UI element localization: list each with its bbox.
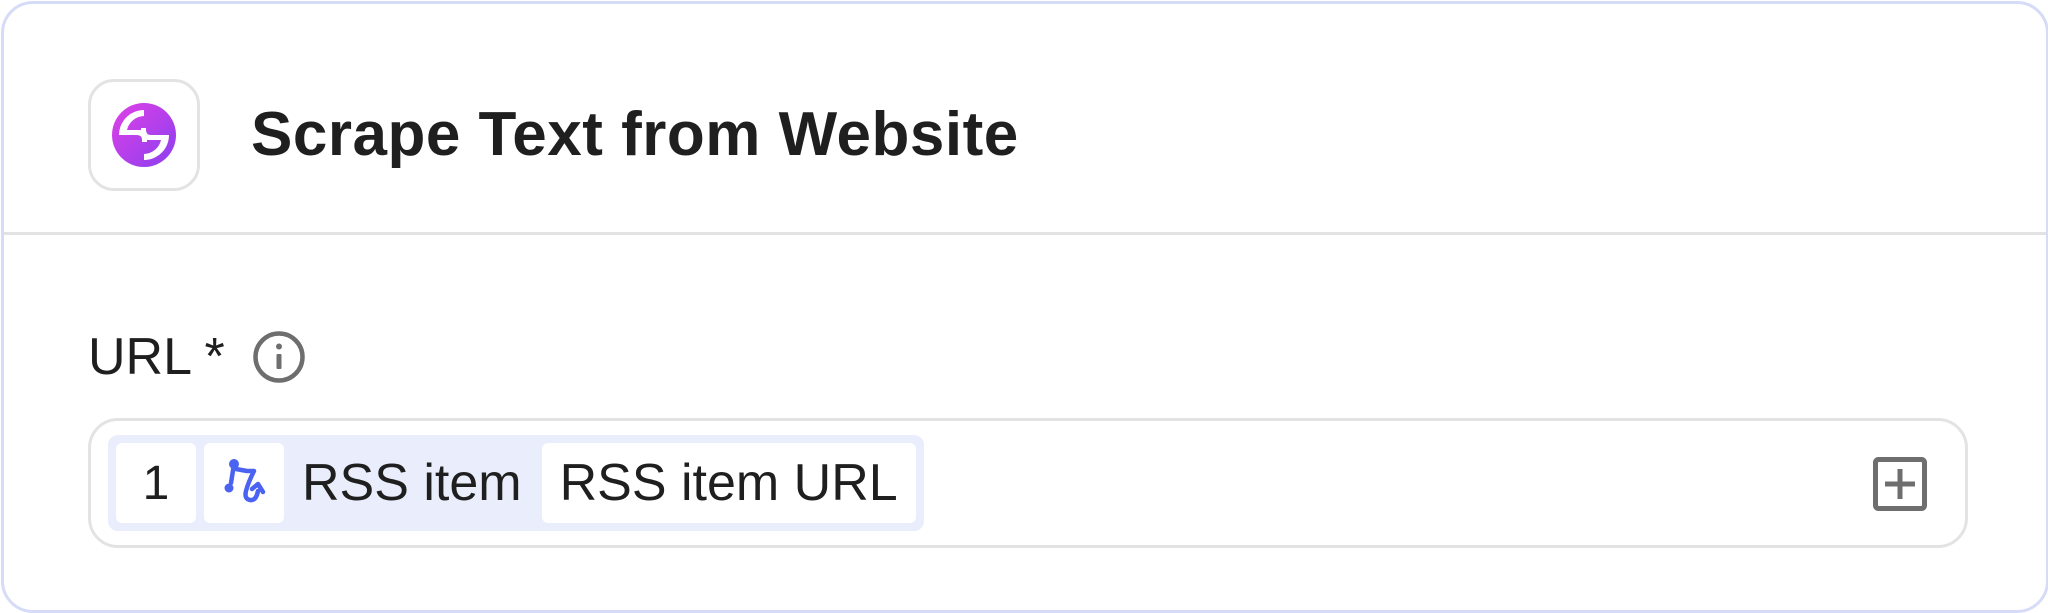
info-icon[interactable] xyxy=(251,329,307,385)
url-field-label: URL * xyxy=(88,328,225,386)
url-field-label-row: URL * xyxy=(88,322,307,392)
token-source-label: RSS item xyxy=(302,454,522,512)
step-card: Scrape Text from Website URL * 1 RSS ite… xyxy=(1,1,2048,613)
rss-path-icon xyxy=(204,443,284,523)
rss-item-url-token[interactable]: 1 RSS item RSS item URL xyxy=(108,435,924,531)
app-icon-tile xyxy=(88,79,200,191)
add-value-button[interactable] xyxy=(1873,457,1927,511)
step-header: Scrape Text from Website xyxy=(4,4,2046,235)
scraper-app-icon xyxy=(112,103,176,167)
step-title: Scrape Text from Website xyxy=(251,100,1019,169)
plus-square-icon xyxy=(1873,457,1927,511)
step-number-badge: 1 xyxy=(116,443,196,523)
url-input[interactable]: 1 RSS item RSS item URL xyxy=(88,418,1968,548)
token-field-label: RSS item URL xyxy=(541,443,916,523)
